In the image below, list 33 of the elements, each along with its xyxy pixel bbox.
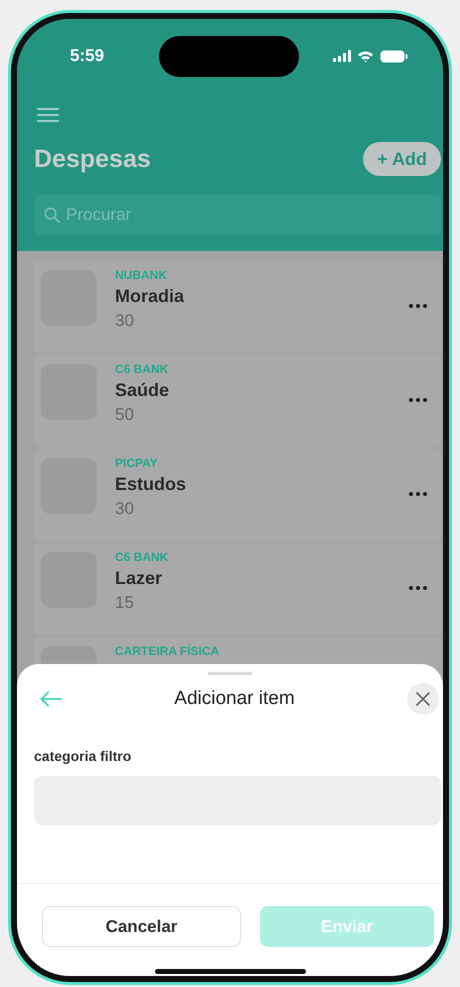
expense-card[interactable]: NUBANK Moradia 30 [34, 261, 441, 353]
expense-card[interactable]: C6 BANK Lazer 15 [34, 543, 441, 635]
close-icon [416, 692, 430, 706]
account-label: CARTEIRA FÍSICA [115, 643, 220, 659]
account-label: C6 BANK [115, 549, 170, 565]
drag-handle[interactable] [208, 672, 252, 675]
expense-name: Saúde [115, 379, 170, 402]
expense-name: Lazer [115, 567, 164, 590]
more-icon[interactable] [409, 492, 427, 496]
field-label: categoria filtro [34, 748, 132, 764]
expense-amount: 15 [115, 592, 135, 614]
expense-name: Moradia [115, 285, 186, 308]
account-label: C6 BANK [115, 361, 170, 377]
expense-amount: 50 [115, 404, 135, 426]
battery-icon [380, 50, 408, 62]
expense-card[interactable]: PICPAY Estudos 30 [34, 449, 441, 541]
expense-card[interactable]: C6 BANK Saúde 50 [34, 355, 441, 447]
search-field[interactable]: Procurar [34, 195, 441, 235]
status-time: 5:59 [70, 46, 104, 66]
more-icon[interactable] [409, 304, 427, 308]
wifi-icon [357, 50, 374, 62]
expense-amount: 30 [115, 310, 135, 332]
more-icon[interactable] [409, 398, 427, 402]
expense-amount: 30 [115, 498, 135, 520]
account-label: PICPAY [115, 455, 159, 471]
signal-icon [333, 50, 351, 62]
close-button[interactable] [406, 683, 439, 715]
cancel-button[interactable]: Cancelar [42, 906, 241, 947]
page-title: Despesas [34, 144, 151, 174]
account-label: NUBANK [115, 267, 168, 283]
expense-name: Estudos [115, 473, 188, 496]
more-icon[interactable] [409, 586, 427, 590]
sheet-title: Adicionar item [174, 688, 295, 710]
